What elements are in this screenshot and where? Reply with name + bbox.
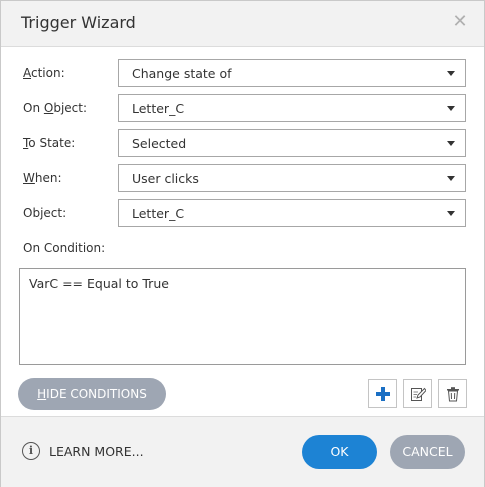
edit-condition-button[interactable]	[403, 379, 432, 408]
to-state-dropdown[interactable]: Selected	[118, 129, 466, 157]
to-state-value: Selected	[132, 136, 187, 151]
condition-list[interactable]: VarC == Equal to True	[19, 268, 466, 365]
condition-item[interactable]: VarC == Equal to True	[29, 276, 169, 291]
when-label: When:	[23, 171, 62, 185]
info-icon[interactable]: i	[22, 442, 40, 460]
cancel-button[interactable]: CANCEL	[390, 435, 465, 469]
on-object-value: Letter_C	[132, 101, 185, 116]
chevron-down-icon	[447, 176, 455, 181]
action-dropdown[interactable]: Change state of	[118, 59, 466, 87]
action-label: Action:	[23, 66, 65, 80]
to-state-label: To State:	[23, 136, 76, 150]
on-object-dropdown[interactable]: Letter_C	[118, 94, 466, 122]
action-value: Change state of	[132, 66, 232, 81]
object-dropdown[interactable]: Letter_C	[118, 199, 466, 227]
add-condition-button[interactable]	[368, 379, 397, 408]
chevron-down-icon	[447, 106, 455, 111]
trigger-wizard-dialog: Trigger Wizard ✕ Action: Change state of…	[0, 0, 485, 487]
chevron-down-icon	[447, 141, 455, 146]
chevron-down-icon	[447, 211, 455, 216]
close-icon[interactable]: ✕	[450, 12, 470, 32]
hide-conditions-button[interactable]: HIDE CONDITIONS	[18, 378, 166, 410]
chevron-down-icon	[447, 71, 455, 76]
dialog-footer: i LEARN MORE... OK CANCEL	[1, 416, 484, 487]
object-value: Letter_C	[132, 206, 185, 221]
object-label: Object:	[23, 206, 67, 220]
on-object-label: On Object:	[23, 101, 88, 115]
edit-icon	[411, 387, 426, 401]
on-condition-label: On Condition:	[23, 241, 106, 255]
dialog-title: Trigger Wizard	[21, 13, 136, 32]
title-bar: Trigger Wizard ✕	[1, 1, 484, 47]
learn-more-link[interactable]: LEARN MORE...	[49, 444, 144, 459]
delete-condition-button[interactable]	[438, 379, 467, 408]
plus-icon	[376, 387, 390, 401]
when-dropdown[interactable]: User clicks	[118, 164, 466, 192]
trash-icon	[447, 387, 459, 402]
ok-button[interactable]: OK	[302, 435, 377, 469]
when-value: User clicks	[132, 171, 199, 186]
